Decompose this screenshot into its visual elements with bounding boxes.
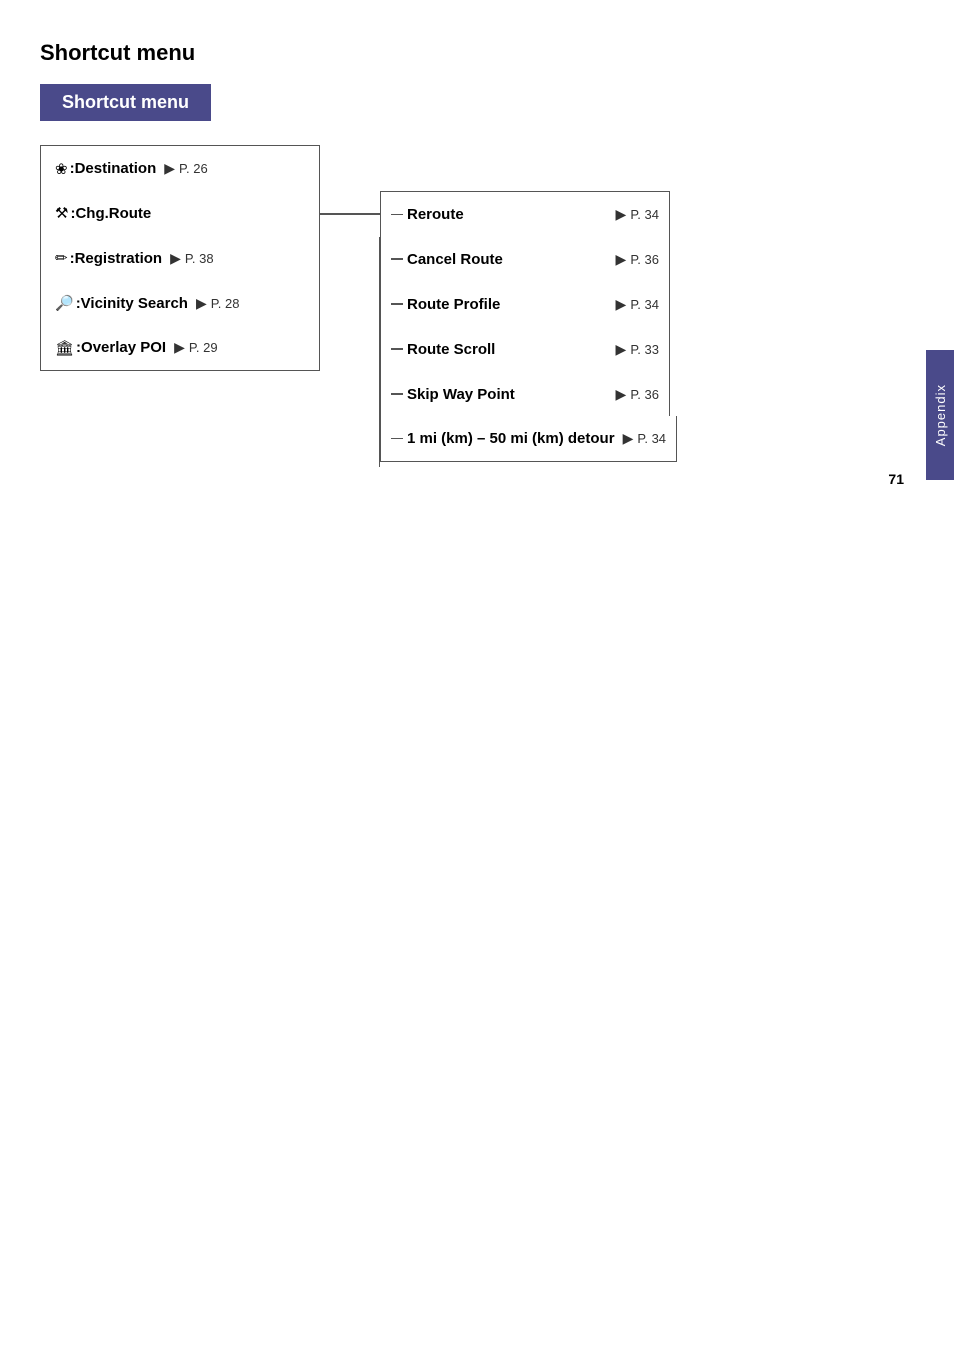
right-item-routescroll: Route Scroll ▶ P. 33 bbox=[380, 326, 677, 372]
main-title: Shortcut menu bbox=[40, 40, 904, 66]
left-item-overlay: 🏛 :Overlay POI ▶ P. 29 bbox=[40, 325, 320, 371]
reroute-page: P. 34 bbox=[630, 207, 659, 222]
detour-arrow: ▶ bbox=[623, 430, 634, 447]
vicinity-page: P. 28 bbox=[211, 296, 240, 311]
chgroute-label: :Chg.Route bbox=[70, 205, 151, 222]
chgroute-icon: ⚒ bbox=[55, 204, 68, 222]
routescroll-page: P. 33 bbox=[630, 342, 659, 357]
left-item-chgroute: ⚒ :Chg.Route bbox=[40, 190, 320, 236]
registration-box: ✏ :Registration ▶ P. 38 bbox=[40, 235, 320, 281]
destination-arrow: ▶ bbox=[164, 160, 175, 177]
skipwaypoint-label: Skip Way Point bbox=[407, 386, 515, 403]
right-item-detour: 1 mi (km) – 50 mi (km) detour ▶ P. 34 bbox=[380, 416, 677, 462]
overlay-arrow: ▶ bbox=[174, 339, 185, 356]
vicinity-box: 🔎 :Vicinity Search ▶ P. 28 bbox=[40, 280, 320, 326]
routeprofile-arrow: ▶ bbox=[616, 296, 627, 313]
detour-page: P. 34 bbox=[637, 431, 666, 446]
vicinity-icon: 🔎 bbox=[55, 294, 74, 312]
shortcut-box-header: Shortcut menu bbox=[40, 84, 211, 121]
registration-label: :Registration bbox=[70, 250, 163, 267]
cancelroute-label: Cancel Route bbox=[407, 251, 503, 268]
right-item-reroute: Reroute ▶ P. 34 bbox=[380, 191, 677, 237]
reroute-label: Reroute bbox=[407, 206, 464, 223]
reroute-arrow: ▶ bbox=[616, 206, 627, 223]
cancelroute-page: P. 36 bbox=[630, 252, 659, 267]
registration-icon: ✏ bbox=[55, 249, 68, 267]
diagram-main: ❀ :Destination ▶ P. 26 ⚒ :Chg.Route ✏ :R… bbox=[40, 145, 904, 467]
page-number: 71 bbox=[888, 471, 904, 487]
left-panel: ❀ :Destination ▶ P. 26 ⚒ :Chg.Route ✏ :R… bbox=[40, 145, 320, 370]
routeprofile-label: Route Profile bbox=[407, 296, 500, 313]
right-panel: Reroute ▶ P. 34 Cancel Route ▶ P. 36 bbox=[380, 191, 677, 461]
destination-box: ❀ :Destination ▶ P. 26 bbox=[40, 145, 320, 191]
right-item-skipwaypoint: Skip Way Point ▶ P. 36 bbox=[380, 371, 677, 417]
left-item-destination: ❀ :Destination ▶ P. 26 bbox=[40, 145, 320, 191]
left-item-registration: ✏ :Registration ▶ P. 38 bbox=[40, 235, 320, 281]
detour-label: 1 mi (km) – 50 mi (km) detour bbox=[407, 430, 615, 447]
routeprofile-page: P. 34 bbox=[630, 297, 659, 312]
appendix-tab: Appendix bbox=[926, 350, 954, 480]
overlay-icon: 🏛 bbox=[55, 339, 74, 357]
overlay-label: :Overlay POI bbox=[76, 339, 166, 356]
overlay-box: 🏛 :Overlay POI ▶ P. 29 bbox=[40, 325, 320, 371]
chgroute-box: ⚒ :Chg.Route bbox=[40, 190, 320, 236]
right-item-routeprofile: Route Profile ▶ P. 34 bbox=[380, 281, 677, 327]
appendix-label: Appendix bbox=[933, 384, 948, 446]
connector-region bbox=[320, 145, 380, 467]
cancelroute-arrow: ▶ bbox=[616, 251, 627, 268]
destination-label: :Destination bbox=[70, 160, 157, 177]
registration-arrow: ▶ bbox=[170, 250, 181, 267]
skipwaypoint-arrow: ▶ bbox=[616, 386, 627, 403]
vicinity-label: :Vicinity Search bbox=[76, 295, 188, 312]
right-item-cancelroute: Cancel Route ▶ P. 36 bbox=[380, 236, 677, 282]
vicinity-arrow: ▶ bbox=[196, 295, 207, 312]
overlay-page: P. 29 bbox=[189, 340, 218, 355]
destination-icon: ❀ bbox=[55, 160, 68, 178]
left-item-vicinity: 🔎 :Vicinity Search ▶ P. 28 bbox=[40, 280, 320, 326]
routescroll-label: Route Scroll bbox=[407, 341, 495, 358]
registration-page: P. 38 bbox=[185, 251, 214, 266]
page-container: Shortcut menu Shortcut menu ❀ :Destinati… bbox=[0, 0, 954, 507]
destination-page: P. 26 bbox=[179, 161, 208, 176]
routescroll-arrow: ▶ bbox=[616, 341, 627, 358]
skipwaypoint-page: P. 36 bbox=[630, 387, 659, 402]
